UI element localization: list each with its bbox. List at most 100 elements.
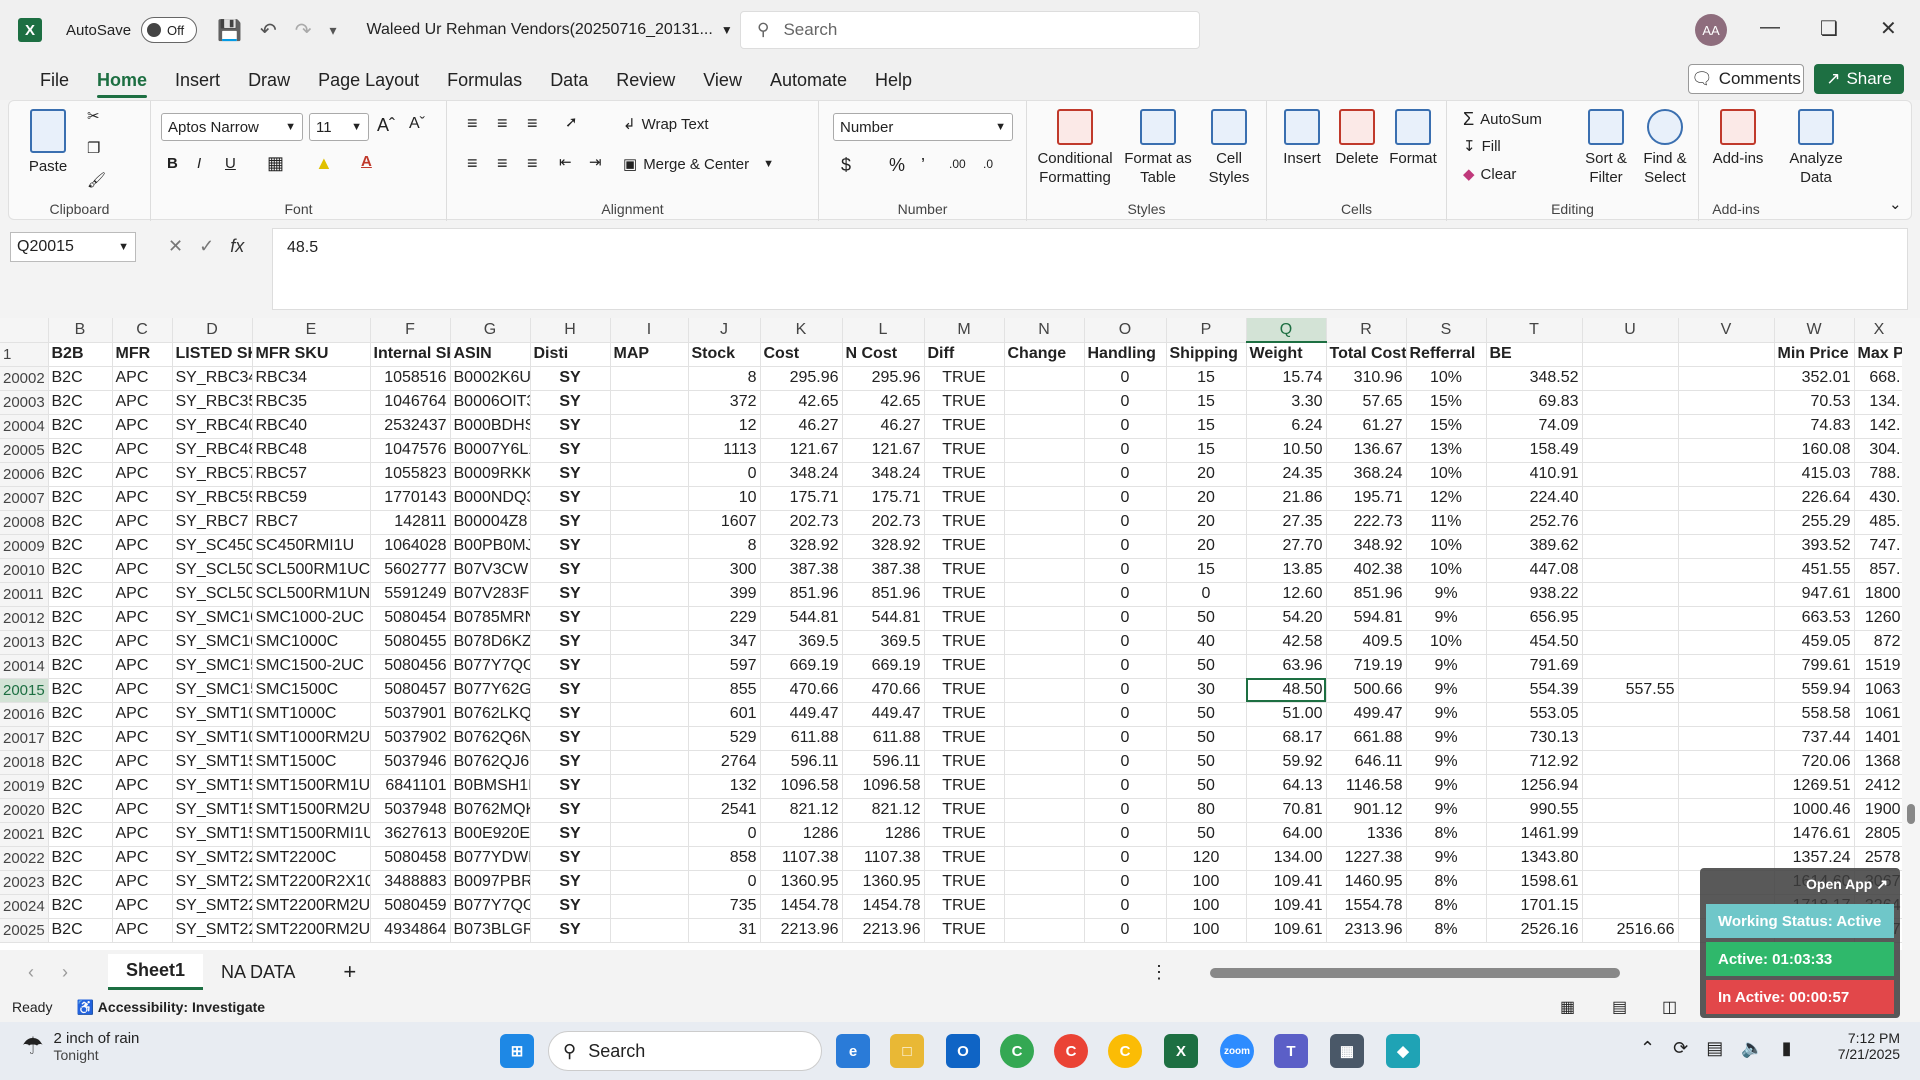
cell[interactable]: 990.55 — [1486, 798, 1583, 823]
row-header[interactable]: 20013 — [0, 630, 49, 655]
cell[interactable]: Handling — [1084, 342, 1167, 367]
cell[interactable]: 10% — [1406, 534, 1487, 559]
cell[interactable] — [1004, 750, 1085, 775]
cell[interactable]: 415.03 — [1774, 462, 1855, 487]
cell[interactable]: Min Price — [1774, 342, 1855, 367]
cell[interactable]: 328.92 — [842, 534, 925, 559]
minimize-icon[interactable]: — — [1760, 16, 1780, 39]
more-options-icon[interactable]: ⋮ — [1150, 962, 1168, 983]
cell[interactable]: 1701.15 — [1486, 894, 1583, 919]
cell[interactable]: 1461.99 — [1486, 822, 1583, 847]
cell[interactable]: SY — [530, 894, 611, 919]
cell[interactable]: TRUE — [924, 678, 1005, 703]
cell[interactable]: 12.60 — [1246, 582, 1327, 607]
cell[interactable]: 669.19 — [760, 654, 843, 679]
cell[interactable]: SY — [530, 822, 611, 847]
cell[interactable]: 15 — [1166, 366, 1247, 391]
column-header-n[interactable]: N — [1004, 318, 1085, 343]
cell[interactable]: 348.52 — [1486, 366, 1583, 391]
cell[interactable]: 410.91 — [1486, 462, 1583, 487]
cell[interactable]: B2C — [48, 654, 113, 679]
orientation-icon[interactable]: ➚ — [565, 113, 578, 131]
cell[interactable]: B2C — [48, 486, 113, 511]
cell[interactable]: B000NDQ3 — [450, 486, 531, 511]
cell[interactable]: 134.00 — [1246, 846, 1327, 871]
cell[interactable]: 8% — [1406, 822, 1487, 847]
cell[interactable]: B0762LKQ — [450, 702, 531, 727]
cell[interactable]: ASIN — [450, 342, 531, 367]
cell[interactable]: 30 — [1166, 678, 1247, 703]
cell[interactable]: SY — [530, 390, 611, 415]
cell[interactable]: 851.96 — [760, 582, 843, 607]
cell[interactable]: TRUE — [924, 798, 1005, 823]
cell[interactable]: 2213.96 — [760, 918, 843, 943]
cell[interactable]: 348.24 — [760, 462, 843, 487]
cell[interactable]: 2526.16 — [1486, 918, 1583, 943]
cell[interactable]: 459.05 — [1774, 630, 1855, 655]
row-header[interactable]: 1 — [0, 342, 49, 367]
row-header[interactable]: 20016 — [0, 702, 49, 727]
cell[interactable]: B2C — [48, 798, 113, 823]
cell[interactable]: 938.22 — [1486, 582, 1583, 607]
cell[interactable]: SY — [530, 798, 611, 823]
cell[interactable] — [1678, 798, 1775, 823]
cell[interactable]: 226.64 — [1774, 486, 1855, 511]
cell[interactable]: 40 — [1166, 630, 1247, 655]
cell[interactable]: 668. — [1854, 366, 1905, 391]
cell[interactable]: SMC1000-2UC — [252, 606, 371, 631]
cell[interactable]: B00PB0MJ — [450, 534, 531, 559]
cell[interactable]: 160.08 — [1774, 438, 1855, 463]
cell[interactable]: 0 — [1084, 750, 1167, 775]
cell[interactable]: 5080457 — [370, 678, 451, 703]
cell[interactable] — [1004, 558, 1085, 583]
cell-styles-button[interactable]: Cell Styles — [1197, 109, 1261, 187]
cell[interactable]: Weight — [1246, 342, 1327, 367]
column-header-r[interactable]: R — [1326, 318, 1407, 343]
cell[interactable]: 1360.95 — [842, 870, 925, 895]
cell[interactable] — [1004, 894, 1085, 919]
cell[interactable]: TRUE — [924, 630, 1005, 655]
cell[interactable]: 557.55 — [1582, 678, 1679, 703]
align-left-icon[interactable]: ≡ — [467, 153, 478, 174]
cell[interactable]: B2C — [48, 678, 113, 703]
cell[interactable]: SY_SMT10 — [172, 726, 253, 751]
cell[interactable]: SY_SMT22 — [172, 846, 253, 871]
cell[interactable]: SY_SMT15 — [172, 774, 253, 799]
cell[interactable]: 9% — [1406, 846, 1487, 871]
cell[interactable]: 54.20 — [1246, 606, 1327, 631]
fill-color-icon[interactable]: ▲ — [315, 153, 333, 174]
cell[interactable]: 470.66 — [842, 678, 925, 703]
cell[interactable]: SY_SCL500 — [172, 582, 253, 607]
cell[interactable]: 31 — [688, 918, 761, 943]
cell[interactable]: B07V3CW — [450, 558, 531, 583]
cell[interactable]: 20 — [1166, 534, 1247, 559]
borders-icon[interactable]: ▦ — [267, 153, 284, 174]
cell[interactable]: 70.81 — [1246, 798, 1327, 823]
cell[interactable]: 2516.66 — [1582, 918, 1679, 943]
menu-tab-automate[interactable]: Automate — [756, 60, 861, 100]
cell[interactable]: Change — [1004, 342, 1085, 367]
normal-view-icon[interactable]: ▦ — [1560, 997, 1575, 1017]
cell[interactable]: 1343.80 — [1486, 846, 1583, 871]
cell[interactable] — [1582, 846, 1679, 871]
cell[interactable]: 1096.58 — [842, 774, 925, 799]
cell[interactable]: SY — [530, 630, 611, 655]
cell[interactable]: 369.5 — [842, 630, 925, 655]
cell[interactable]: 1046764 — [370, 390, 451, 415]
cell[interactable]: 20 — [1166, 462, 1247, 487]
cell[interactable] — [1678, 774, 1775, 799]
cell[interactable] — [1004, 654, 1085, 679]
cell[interactable]: SCL500RM1UN — [252, 582, 371, 607]
cell[interactable]: APC — [112, 894, 173, 919]
cell[interactable]: 51.00 — [1246, 702, 1327, 727]
cell[interactable]: 10 — [688, 486, 761, 511]
cell[interactable]: B078D6KZ — [450, 630, 531, 655]
column-header-h[interactable]: H — [530, 318, 611, 343]
cell[interactable]: 1360.95 — [760, 870, 843, 895]
cell[interactable]: 5602777 — [370, 558, 451, 583]
cell[interactable] — [1004, 726, 1085, 751]
cell[interactable] — [1004, 630, 1085, 655]
weather-widget[interactable]: ☂ 2 inch of rain Tonight — [22, 1030, 139, 1063]
cell[interactable]: 1401 — [1854, 726, 1905, 751]
cell[interactable] — [1582, 534, 1679, 559]
